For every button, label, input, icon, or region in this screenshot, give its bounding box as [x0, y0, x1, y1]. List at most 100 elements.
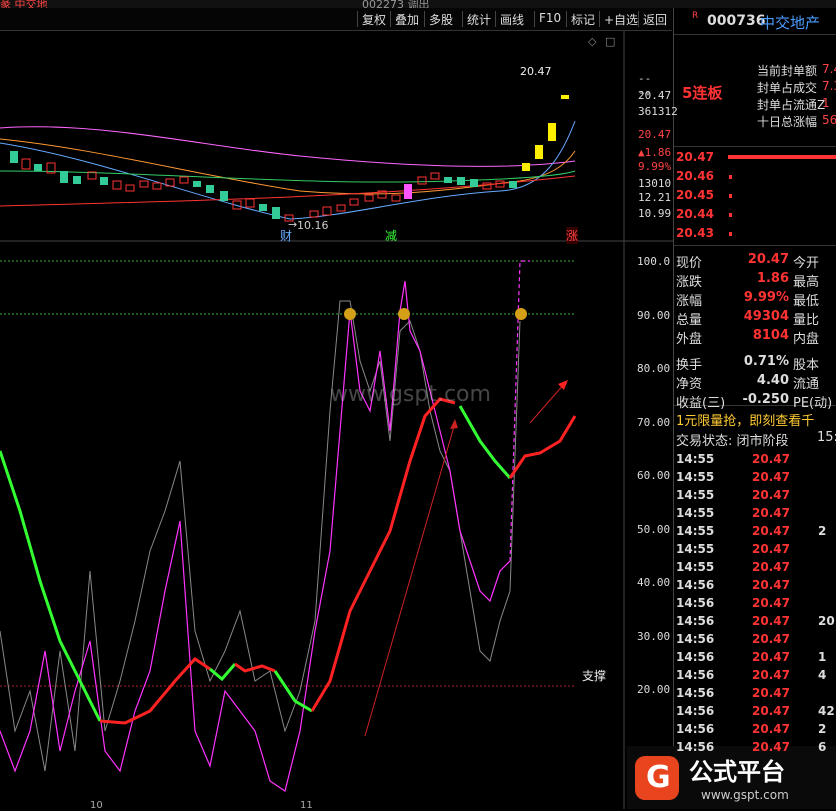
tick-volume: 6 [818, 740, 827, 754]
lianban-label: 封单占流通Z [757, 98, 826, 112]
toolbar-button[interactable]: 叠加 [395, 11, 419, 28]
quote-right-label: 最低 [793, 294, 820, 309]
toolbar-separator [424, 11, 425, 27]
candle [245, 198, 255, 208]
toolbar-separator [599, 11, 600, 27]
tick-time: 14:56 [676, 686, 715, 700]
promo-banner[interactable]: 1元限量抢，即刻查看千 [676, 410, 814, 429]
quote-value: 9.99% [743, 290, 789, 305]
candle [193, 181, 201, 187]
quote-value: 4.40 [756, 373, 789, 388]
toolbar-button[interactable]: 多股 [429, 11, 453, 28]
quote-label: 现价 [676, 256, 703, 271]
toolbar-button[interactable]: 复权 [362, 11, 386, 28]
trend-line-green-2 [209, 663, 237, 682]
toolbar-separator [566, 11, 567, 27]
tick-price: 20.47 [752, 524, 790, 538]
quote-label: 净资 [676, 377, 703, 392]
candle [73, 176, 81, 184]
tick-price: 20.47 [752, 614, 790, 628]
tick-time: 14:56 [676, 650, 715, 664]
quote-label: 涨跌 [676, 275, 703, 290]
toolbar-button[interactable]: 统计 [467, 11, 491, 28]
tick-price: 20.47 [752, 578, 790, 592]
chart-area: → [0, 31, 674, 809]
marker-jian: 减 [385, 229, 398, 243]
quote-right-label: 流通 [793, 377, 820, 392]
price-axis-label: 20.47 [638, 128, 672, 141]
candle [100, 177, 108, 185]
tick-price: 20.47 [752, 686, 790, 700]
candle [417, 176, 427, 185]
square-icon[interactable]: □ [605, 35, 615, 48]
level-mark [729, 175, 732, 179]
quote-value: -0.250 [742, 392, 789, 407]
quote-label: 涨幅 [676, 294, 703, 309]
trend-arrow-1 [364, 422, 456, 737]
x-tick: 10 [90, 800, 103, 811]
lianban-label: 十日总涨幅 [757, 115, 818, 129]
tick-price: 20.47 [752, 506, 790, 520]
money-bag-icon [344, 308, 356, 320]
tick-price: 20.47 [752, 452, 790, 466]
price-axis-label: 20.47 [638, 89, 672, 102]
diamond-icon[interactable]: ◇ [588, 35, 596, 48]
toolbar-button[interactable]: 标记 [571, 11, 595, 28]
tick-price: 20.47 [752, 488, 790, 502]
panel-divider [673, 8, 674, 809]
tick-price: 20.47 [752, 668, 790, 682]
price-axis-label: 9.99% [638, 160, 672, 173]
quote-value: 8104 [752, 328, 789, 343]
lianban-value: 1 [822, 96, 830, 110]
quote-label: 收益(三) [676, 396, 726, 411]
order-level-price: 20.43 [676, 226, 714, 240]
candle [457, 177, 465, 185]
order-level-price: 20.47 [676, 150, 714, 164]
candle [404, 184, 412, 199]
indicator-chart [0, 260, 577, 792]
candle [206, 185, 214, 193]
money-bag-icon [515, 308, 527, 320]
indicator-y-tick: 40.00 [637, 576, 671, 589]
candlesticks [10, 95, 569, 222]
indicator-y-tick: 80.00 [637, 362, 671, 375]
candle [391, 194, 401, 202]
tick-price: 20.47 [752, 560, 790, 574]
stock-badge: R [692, 11, 699, 21]
quote-right-label: 股本 [793, 358, 820, 373]
price-axis-label: 13010 [638, 177, 672, 190]
toolbar-separator [534, 11, 535, 27]
indicator-y-tick: 100.0 [637, 255, 671, 268]
level-bar [728, 155, 836, 159]
toolbar-button[interactable]: 返回 [643, 11, 667, 28]
candle [322, 206, 332, 216]
tick-price: 20.47 [752, 740, 790, 754]
lianban-title: 5连板 [682, 84, 723, 102]
magenta-line [0, 280, 511, 792]
toolbar-button[interactable]: F10 [539, 11, 561, 25]
candle [364, 194, 374, 202]
trend-line-red-4 [508, 415, 577, 479]
quote-label: 换手 [676, 358, 703, 373]
quote-right-label: 内盘 [793, 332, 820, 347]
candle [152, 182, 162, 190]
toolbar-button[interactable]: 画线 [500, 11, 524, 28]
price-axis-label: -- [638, 72, 652, 85]
trend-arrow-2 [529, 382, 566, 424]
gray-line [0, 300, 521, 772]
toolbar-separator [638, 11, 639, 27]
indicator-y-tick: 90.00 [637, 308, 671, 322]
tick-volume: 20 [818, 614, 835, 628]
trend-line-red-2 [234, 662, 276, 673]
price-top-label: 20.47 [520, 65, 552, 78]
tick-price: 20.47 [752, 704, 790, 718]
indicator-y-tick: 60.00 [637, 469, 671, 482]
toolbar-separator [495, 11, 496, 27]
toolbar-button[interactable]: +自选 [604, 11, 638, 28]
candle [336, 204, 346, 212]
trade-status-time: 15: [817, 430, 836, 445]
lianban-label: 封单占成交 [757, 81, 818, 95]
candle [220, 191, 228, 201]
lianban-value: 7.3 [822, 79, 836, 93]
stock-name[interactable]: 中交地产 [760, 12, 820, 33]
